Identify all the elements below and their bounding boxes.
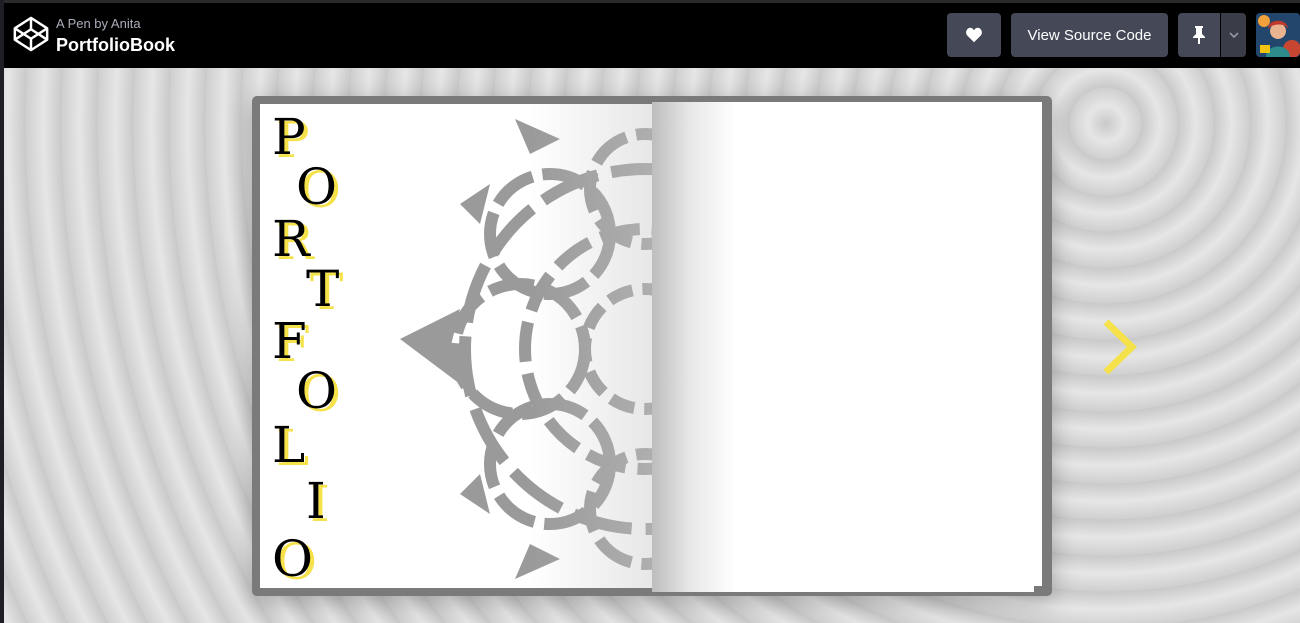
cover-letter: I [306,472,326,530]
preview-stage: P O R T F O L I O [4,68,1300,623]
user-avatar[interactable] [1256,13,1300,57]
cover-letter: P [272,108,306,166]
pen-title: PortfolioBook [56,35,175,55]
portfolio-book: P O R T F O L I O [252,96,1052,596]
pin-icon [1193,26,1205,44]
like-button[interactable] [947,13,1001,57]
cover-letter: L [272,416,306,474]
chevron-right-icon[interactable] [1098,318,1138,376]
header-bar: A Pen by Anita PortfolioBook View Source… [4,3,1300,68]
book-cover-page[interactable]: P O R T F O L I O [260,104,652,588]
cover-letter: O [272,530,313,588]
heart-icon [966,27,982,43]
codepen-logo-icon[interactable] [12,15,50,53]
pin-menu-button[interactable] [1221,13,1246,57]
book-page-edge [1034,102,1042,586]
cover-letter: F [272,312,307,370]
book-inner-page[interactable] [652,102,1034,592]
cover-letter: O [296,158,337,216]
chevron-down-icon [1228,32,1239,38]
page-gradient [530,104,652,588]
pen-byline[interactable]: A Pen by Anita [56,16,141,31]
pin-button[interactable] [1178,13,1220,57]
cover-letter: O [296,362,337,420]
avatar-illustration [1256,13,1300,57]
cover-letter: T [306,260,340,318]
cover-letter: R [272,210,310,268]
view-source-button[interactable]: View Source Code [1011,13,1168,57]
